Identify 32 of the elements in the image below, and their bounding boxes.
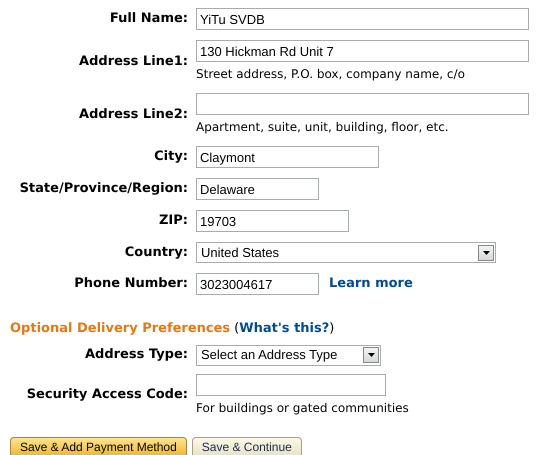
field-label: Country:: [124, 244, 189, 262]
save-continue-button[interactable]: Save & Continue: [192, 436, 302, 455]
select-dropdown[interactable]: United States: [196, 242, 496, 263]
field-label: State/Province/Region:: [18, 180, 189, 198]
text-field[interactable]: [196, 374, 386, 396]
save-add-payment-button[interactable]: Save & Add Payment Method: [10, 436, 187, 455]
close-parenthesis: ): [329, 320, 334, 338]
section-heading: Optional Delivery Preferences: [10, 320, 230, 338]
field-label: City:: [153, 148, 189, 166]
text-field[interactable]: 19703: [196, 210, 349, 232]
field-hint: Street address, P.O. box, company name, c/o: [196, 66, 466, 83]
text-field[interactable]: Claymont: [196, 146, 379, 168]
text-field[interactable]: 130 Hickman Rd Unit 7: [196, 40, 529, 62]
field-label: Address Line1:: [78, 52, 189, 71]
select-value: Select an Address Type: [201, 346, 338, 364]
learn-more-link[interactable]: Learn more: [329, 274, 413, 294]
text-field[interactable]: Delaware: [196, 178, 319, 200]
field-label: Address Type:: [84, 346, 189, 364]
field-label: Security Access Code:: [26, 386, 189, 404]
field-label: Full Name:: [108, 10, 189, 28]
field-label: Phone Number:: [73, 275, 189, 294]
field-hint: For buildings or gated communities: [196, 400, 409, 416]
select-dropdown[interactable]: Select an Address Type: [196, 344, 381, 366]
select-value: United States: [201, 244, 280, 262]
field-label: ZIP:: [158, 212, 189, 230]
whats-this-link[interactable]: What's this?: [239, 319, 330, 338]
field-label: Address Line2:: [78, 106, 189, 124]
field-hint: Apartment, suite, unit, building, floor, etc.: [196, 119, 450, 136]
text-field[interactable]: [196, 93, 529, 115]
text-field[interactable]: 3023004617: [196, 273, 319, 295]
text-field[interactable]: YiTu SVDB: [196, 8, 529, 30]
open-parenthesis: (: [234, 320, 240, 338]
